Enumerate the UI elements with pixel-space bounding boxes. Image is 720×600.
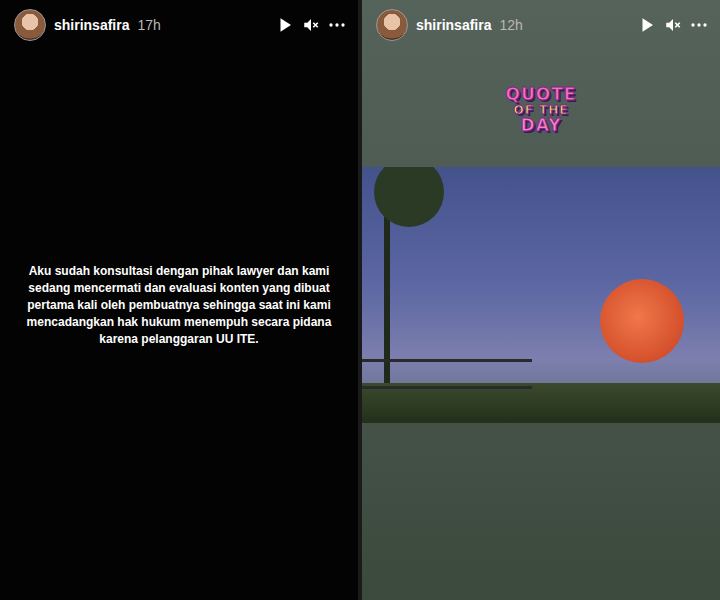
quote-photo [362, 167, 720, 423]
mute-icon[interactable] [302, 16, 320, 34]
mute-icon[interactable] [664, 16, 682, 34]
leaves-shape [374, 167, 444, 227]
story-controls [638, 16, 708, 34]
sticker-line: QUOTE [506, 86, 577, 104]
more-icon[interactable] [690, 16, 708, 34]
story-text: Aku sudah konsultasi dengan pihak lawyer… [0, 263, 358, 388]
story-controls [276, 16, 346, 34]
story-time: 12h [499, 15, 522, 36]
story-body: Aku sudah konsultasi dengan pihak lawyer… [0, 50, 358, 600]
username: shirinsafira [416, 15, 491, 36]
fence-shape [362, 359, 532, 389]
avatar-icon[interactable] [14, 9, 46, 41]
quote-sticker: QUOTEOF THEDAY [362, 50, 720, 167]
ground-shape [362, 383, 720, 423]
username: shirinsafira [54, 15, 129, 36]
story-header: shirinsafira 17h [0, 0, 358, 50]
play-icon[interactable] [276, 16, 294, 34]
story-header: shirinsafira 12h [362, 0, 720, 50]
moon-shape [600, 279, 684, 363]
story-time: 17h [137, 15, 160, 36]
sticker-line: DAY [521, 117, 562, 135]
more-icon[interactable] [328, 16, 346, 34]
avatar-icon[interactable] [376, 9, 408, 41]
tree-shape [384, 167, 390, 387]
sticker-line: OF THE [513, 104, 568, 117]
story-panel: shirinsafira 12h QUOTEOF THEDAY [362, 0, 720, 600]
play-icon[interactable] [638, 16, 656, 34]
story-panel: shirinsafira 17h Aku sudah konsultasi deng… [0, 0, 358, 600]
